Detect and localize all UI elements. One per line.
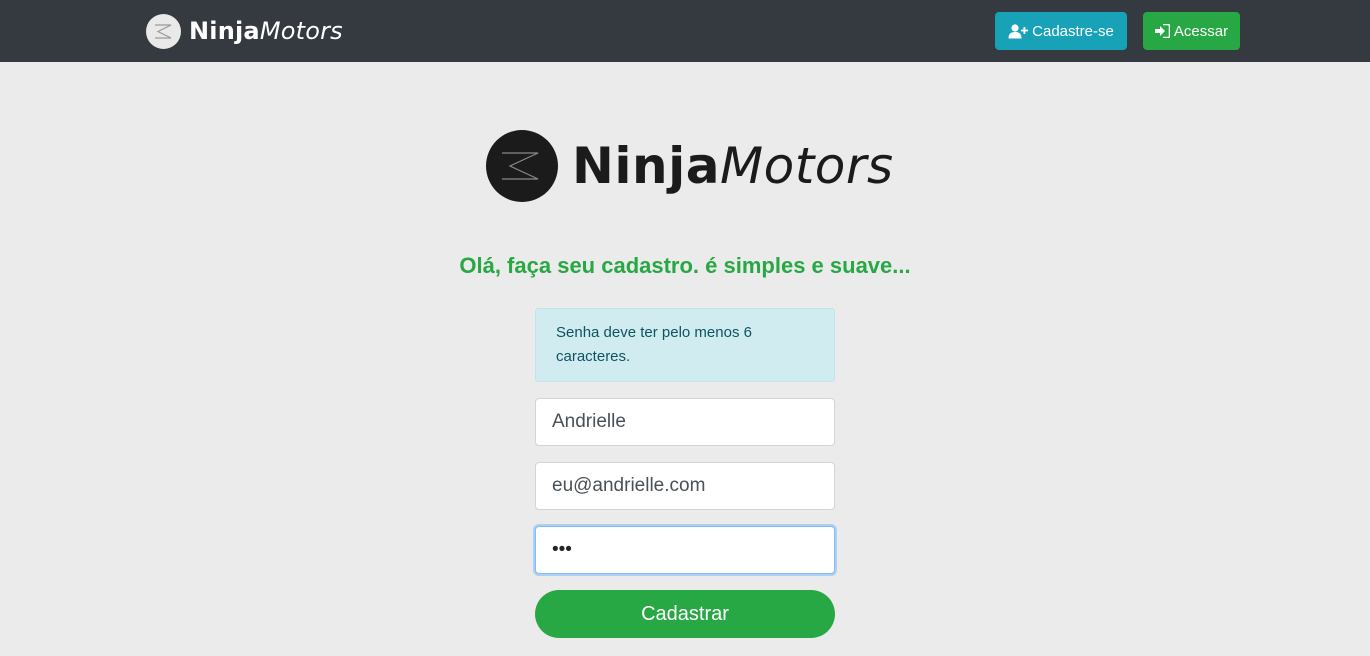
email-input[interactable] [535, 462, 835, 510]
logo-text: NinjaMotors [572, 137, 894, 195]
page-headline: Olá, faça seu cadastro. é simples e suav… [459, 253, 911, 278]
signup-form: Senha deve ter pelo menos 6 caracteres. … [535, 308, 835, 638]
login-label: Acessar [1173, 22, 1229, 40]
brand-text: NinjaMotors [189, 17, 343, 45]
login-button[interactable]: Acessar [1143, 12, 1240, 50]
sign-in-icon [1154, 24, 1170, 38]
validation-alert: Senha deve ter pelo menos 6 caracteres. [535, 308, 835, 382]
user-plus-icon [1008, 23, 1029, 38]
name-input[interactable] [535, 398, 835, 446]
main-logo: NinjaMotors [486, 128, 894, 204]
password-input[interactable] [535, 526, 835, 574]
navbar-brand[interactable]: NinjaMotors [146, 13, 343, 49]
signup-button[interactable]: Cadastre-se [995, 12, 1127, 50]
register-button[interactable]: Cadastrar [535, 590, 835, 638]
ninja-logo-icon [486, 130, 558, 202]
ninja-logo-icon [146, 13, 181, 49]
signup-label: Cadastre-se [1032, 22, 1114, 40]
navbar: NinjaMotors Cadastre-se Acessar [0, 0, 1370, 62]
